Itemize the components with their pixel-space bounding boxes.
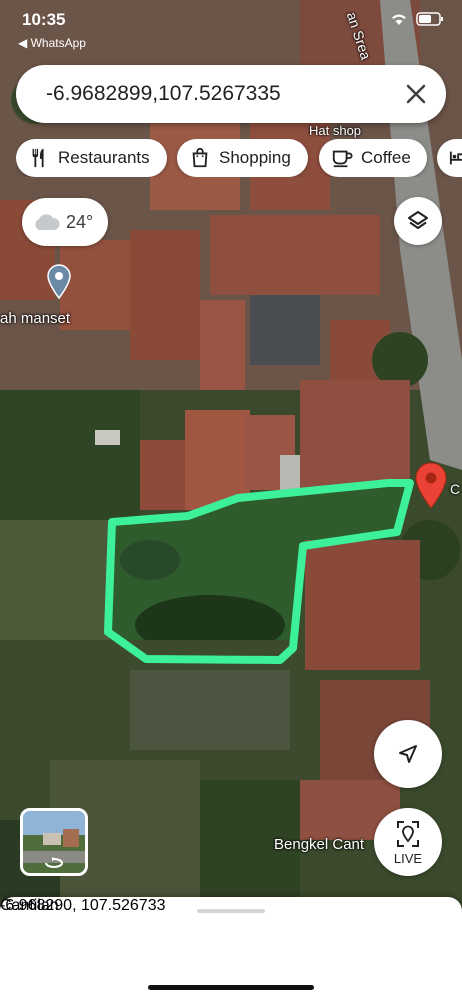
place-coordinates: -6.968290, 107.526733 [0,897,166,914]
sheet-drag-handle[interactable] [197,909,265,913]
map-label-hat-shop[interactable]: Hat shop [309,123,361,138]
cloud-icon [35,214,60,230]
chip-label: Shopping [219,148,291,167]
navigate-button[interactable] [374,720,442,788]
dropped-pin-icon[interactable] [413,462,449,510]
weather-badge[interactable]: 24° [22,198,108,246]
navigation-arrow-icon [399,745,417,763]
chip-label: Restaurants [58,148,150,167]
chip-restaurants[interactable]: Restaurants [16,139,167,177]
chip-label: Coffee [361,148,411,167]
live-location-icon [397,821,419,847]
status-time: 10:35 [22,10,66,29]
wifi-icon [392,14,406,25]
shopping-bag-icon [192,147,208,168]
search-bar[interactable]: -6.9682899,107.5267335 [16,65,446,123]
rotate-arrow-icon [45,857,63,868]
map-label-pin[interactable]: C [450,481,460,497]
live-label: LIVE [393,851,423,866]
coffee-cup-icon [332,150,353,168]
live-view-button[interactable]: LIVE [374,808,442,876]
status-icons [390,12,444,26]
map-label-manset[interactable]: ah manset [0,310,70,327]
bed-icon [449,151,462,165]
chip-shopping[interactable]: Shopping [177,139,308,177]
chip-coffee[interactable]: Coffee [319,139,427,177]
layers-icon [408,211,428,229]
place-marker-icon[interactable] [44,264,74,300]
map-label-bengkel[interactable]: Bengkel Cant [274,836,364,853]
search-input[interactable]: -6.9682899,107.5267335 [46,82,281,106]
category-chips: Restaurants Shopping Coffee [16,139,462,177]
back-to-app-link[interactable]: ◀ WhatsApp [18,36,86,50]
home-indicator[interactable] [148,985,314,990]
street-view-thumbnail[interactable] [20,808,88,876]
weather-temperature: 24° [66,211,94,232]
fork-knife-icon [32,148,44,168]
battery-icon [416,12,443,26]
close-icon[interactable] [404,82,428,106]
layers-button[interactable] [394,197,442,245]
chip-hotels[interactable] [437,139,462,177]
